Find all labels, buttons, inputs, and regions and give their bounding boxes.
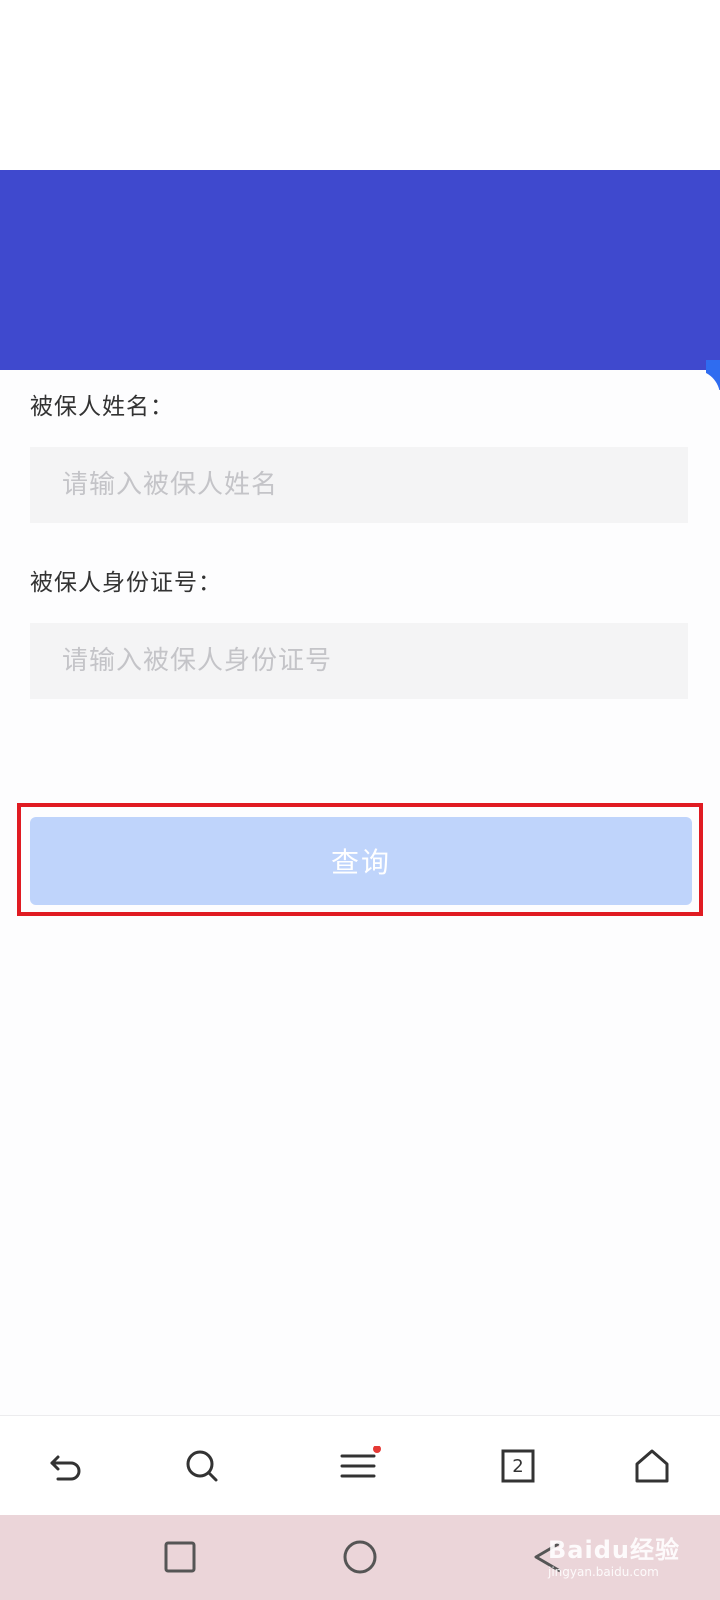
browser-toolbar: 2	[0, 1415, 720, 1516]
home-circle-icon[interactable]	[338, 1535, 382, 1579]
watermark-logo: Baidu经验	[548, 1536, 680, 1564]
menu-badge-dot	[373, 1446, 381, 1453]
search-icon[interactable]	[174, 1438, 230, 1494]
name-input[interactable]	[30, 447, 688, 523]
id-number-label: 被保人身份证号：	[30, 570, 222, 596]
back-arrow-icon[interactable]	[38, 1438, 94, 1494]
recents-square-icon[interactable]	[158, 1535, 202, 1579]
name-label: 被保人姓名：	[30, 394, 174, 420]
tab-count: 2	[512, 1455, 524, 1477]
home-icon[interactable]	[624, 1438, 680, 1494]
status-area	[0, 0, 720, 170]
watermark-url: jingyan.baidu.com	[548, 1565, 659, 1579]
menu-icon[interactable]	[332, 1438, 388, 1494]
id-number-input[interactable]	[30, 623, 688, 699]
tabs-icon[interactable]: 2	[490, 1438, 546, 1494]
baidu-jingyan-watermark: Baidu经验 jingyan.baidu.com	[548, 1530, 680, 1579]
header-banner	[0, 170, 720, 370]
query-button[interactable]: 查询	[30, 817, 692, 905]
